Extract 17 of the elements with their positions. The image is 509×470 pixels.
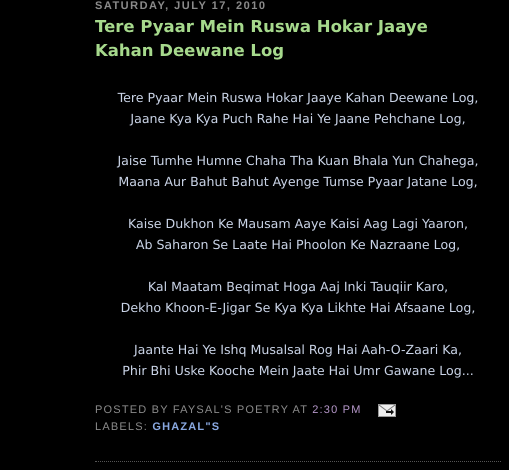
poem-line: Phir Bhi Uske Kooche Mein Jaate Hai Umr Gawane Log... bbox=[122, 363, 474, 378]
poem-line: Kaise Dukhon Ke Mausam Aaye Kaisi Aag Lagi Yaaron, bbox=[128, 216, 468, 231]
poem-line: Dekho Khoon-E-Jigar Se Kya Kya Likhte Hai Afsaane Log, bbox=[120, 300, 476, 315]
labels-text: LABELS: bbox=[95, 421, 148, 433]
posted-by-text: POSTED BY FAYSAL'S POETRY AT bbox=[95, 403, 308, 418]
poem-line: Maana Aur Bahut Bahut Ayenge Tumse Pyaar Jatane Log, bbox=[118, 174, 478, 189]
poem-line: Tere Pyaar Mein Ruswa Hokar Jaaye Kahan Deewane Log, bbox=[118, 90, 478, 105]
email-post-icon[interactable] bbox=[378, 404, 396, 416]
post-title: Tere Pyaar Mein Ruswa Hokar Jaaye Kahan Deewane Log bbox=[95, 16, 429, 62]
label-link[interactable]: GHAZAL"S bbox=[152, 421, 220, 433]
poem-line: Jaise Tumhe Humne Chaha Tha Kuan Bhala Yun Chahega, bbox=[117, 153, 479, 168]
poem-line: Ab Saharon Se Laate Hai Phoolon Ke Nazraane Log, bbox=[136, 237, 460, 252]
poem-line: Jaane Kya Kya Puch Rahe Hai Ye Jaane Pehchane Log, bbox=[130, 111, 466, 126]
poem-line: Kal Maatam Beqimat Hoga Aaj Inki Tauqiir Karo, bbox=[148, 279, 448, 294]
post-date: SATURDAY, JULY 17, 2010 bbox=[95, 0, 268, 13]
post-time-link[interactable]: 2:30 PM bbox=[312, 401, 362, 419]
poem-line: Jaante Hai Ye Ishq Musalsal Rog Hai Aah-O-Zaari Ka, bbox=[134, 342, 462, 357]
